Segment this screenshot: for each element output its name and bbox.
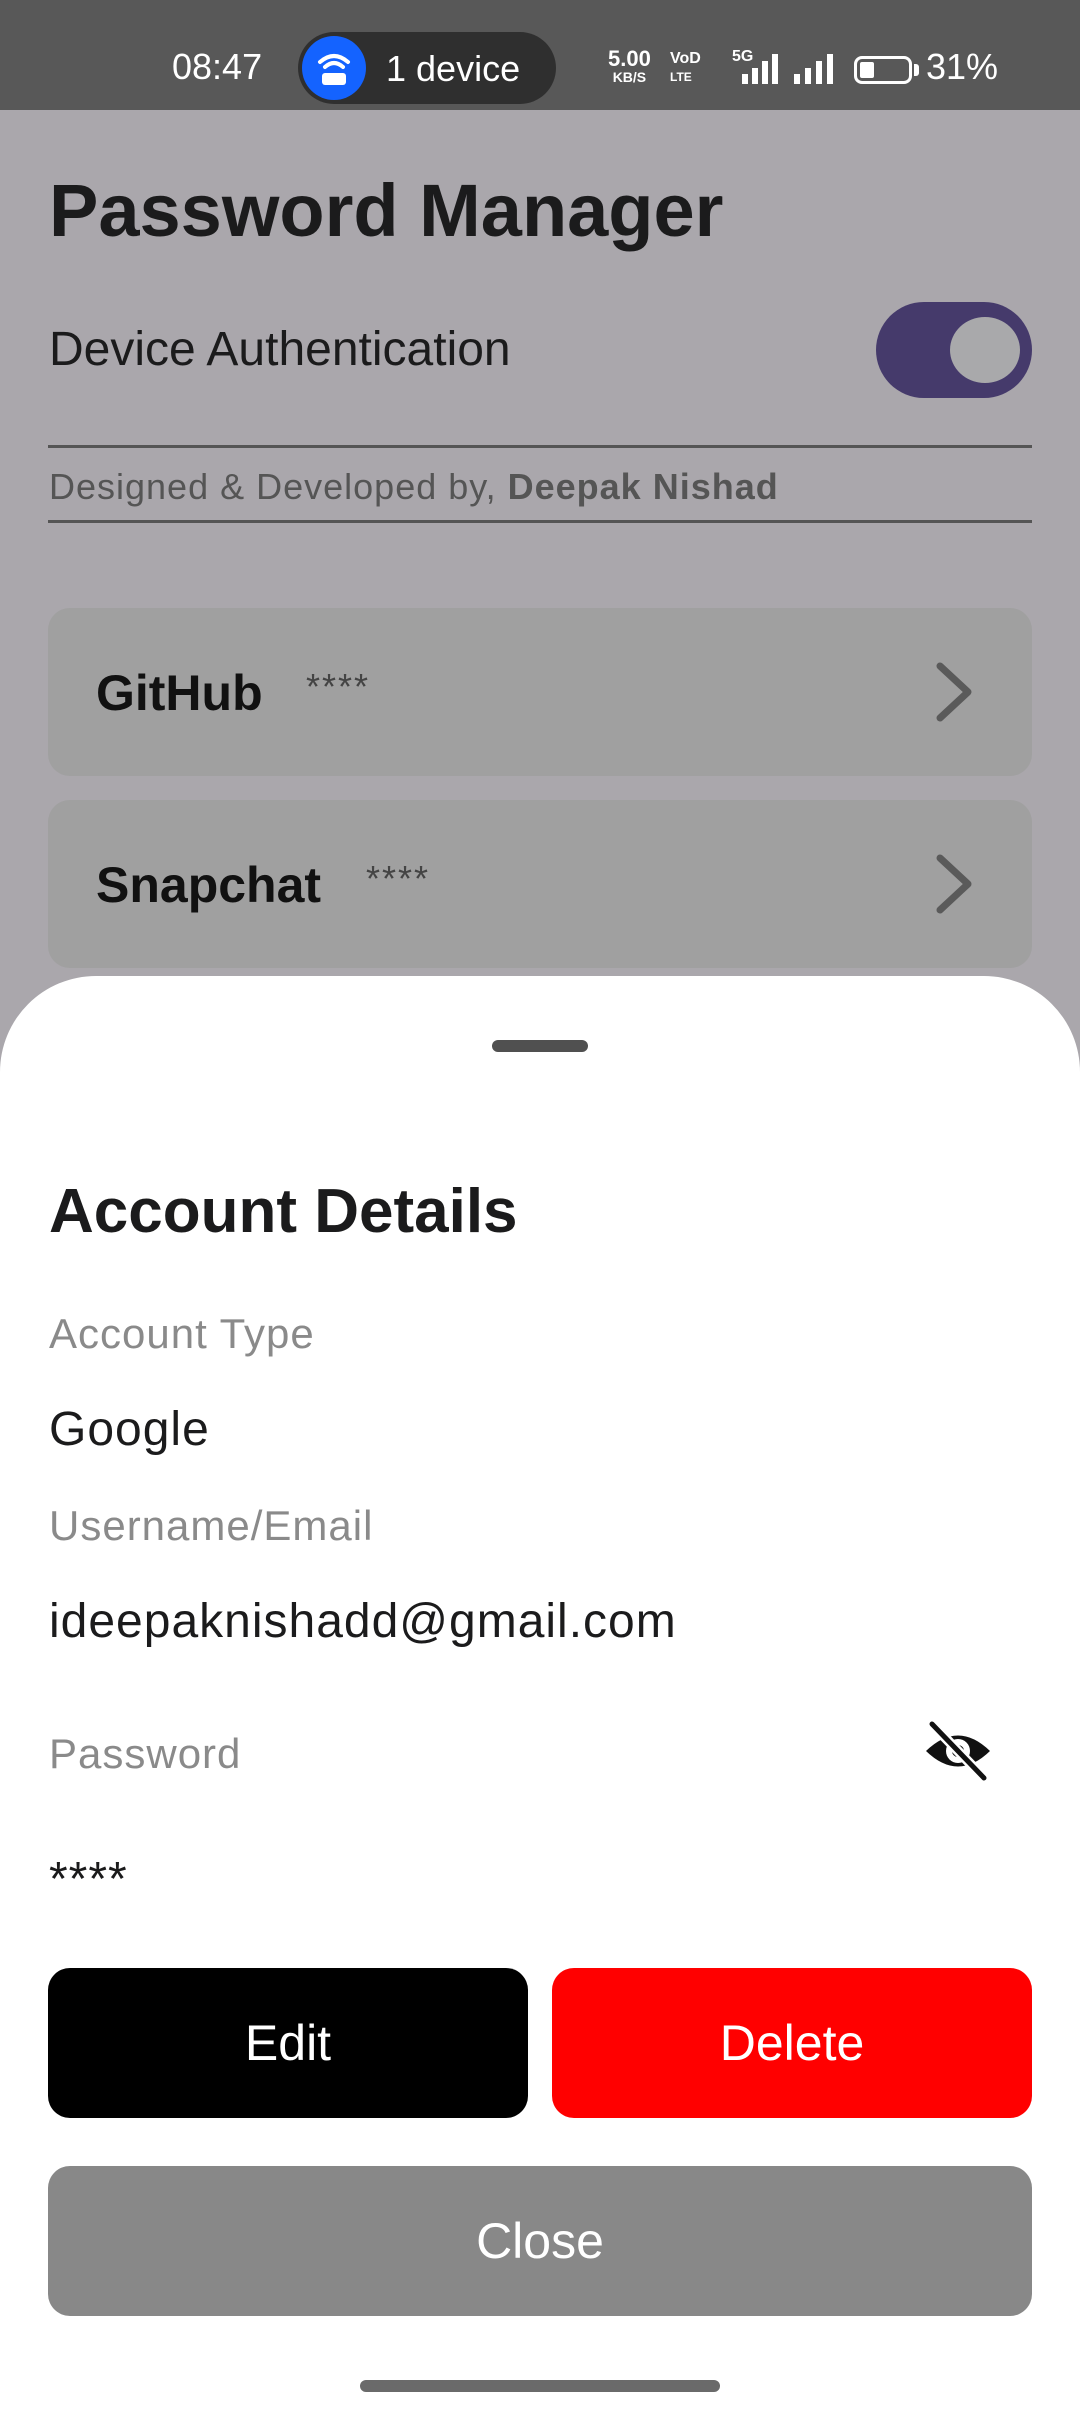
device-auth-toggle[interactable] (876, 302, 1032, 398)
chevron-right-icon (936, 854, 972, 914)
divider-bottom (48, 520, 1032, 523)
account-masked-password: **** (366, 858, 431, 899)
net-speed: 5.00 KB/S (608, 46, 651, 86)
signal-icon-2 (794, 54, 833, 84)
eye-off-icon (926, 1719, 990, 1783)
home-indicator[interactable] (360, 2380, 720, 2392)
account-card-snapchat[interactable]: Snapchat **** (48, 800, 1032, 968)
net-speed-unit: KB/S (612, 69, 647, 85)
account-type-value: Google (49, 1403, 210, 1456)
sheet-drag-handle[interactable] (492, 1040, 588, 1052)
credit-prefix: Designed & Developed by, (49, 466, 497, 507)
account-name: Snapchat (96, 857, 322, 913)
net-speed-value: 5.00 (608, 46, 651, 71)
wifi-hotspot-icon (302, 36, 366, 100)
status-bar: 08:47 1 device 5.00 KB/S VoD LTE 5G 31% (0, 0, 1080, 110)
device-auth-label: Device Authentication (49, 323, 511, 376)
status-time: 08:47 (172, 46, 263, 87)
hotspot-label: 1 device (386, 48, 521, 89)
volte-bottom: LTE (670, 70, 692, 84)
volte-top: VoD (670, 50, 701, 67)
account-masked-password: **** (306, 666, 371, 707)
battery-icon (854, 56, 912, 84)
account-name: GitHub (96, 665, 263, 721)
battery-percent: 31% (926, 46, 999, 87)
delete-button[interactable]: Delete (552, 1968, 1032, 2118)
battery-fill (860, 62, 874, 78)
chevron-right-icon (936, 662, 972, 722)
account-details-sheet: Account Details Account Type Google User… (0, 976, 1080, 2412)
page-title: Password Manager (49, 169, 724, 252)
divider-top (48, 445, 1032, 448)
password-value: **** (49, 1853, 128, 1906)
toggle-knob (950, 317, 1020, 383)
account-card-github[interactable]: GitHub **** (48, 608, 1032, 776)
close-button[interactable]: Close (48, 2166, 1032, 2316)
credit-line: Designed & Developed by, Deepak Nishad (49, 466, 779, 508)
battery-tip (914, 64, 919, 76)
username-label: Username/Email (49, 1502, 374, 1549)
sheet-title: Account Details (49, 1177, 518, 1246)
signal-icon-1 (742, 54, 778, 84)
volte-indicator: VoD LTE (670, 50, 701, 86)
password-visibility-toggle[interactable] (922, 1719, 994, 1783)
account-type-label: Account Type (49, 1310, 315, 1357)
password-label: Password (49, 1730, 242, 1777)
username-value: ideepaknishadd@gmail.com (49, 1595, 677, 1648)
edit-button[interactable]: Edit (48, 1968, 528, 2118)
hotspot-indicator[interactable]: 1 device (298, 32, 556, 104)
credit-name: Deepak Nishad (507, 466, 779, 507)
